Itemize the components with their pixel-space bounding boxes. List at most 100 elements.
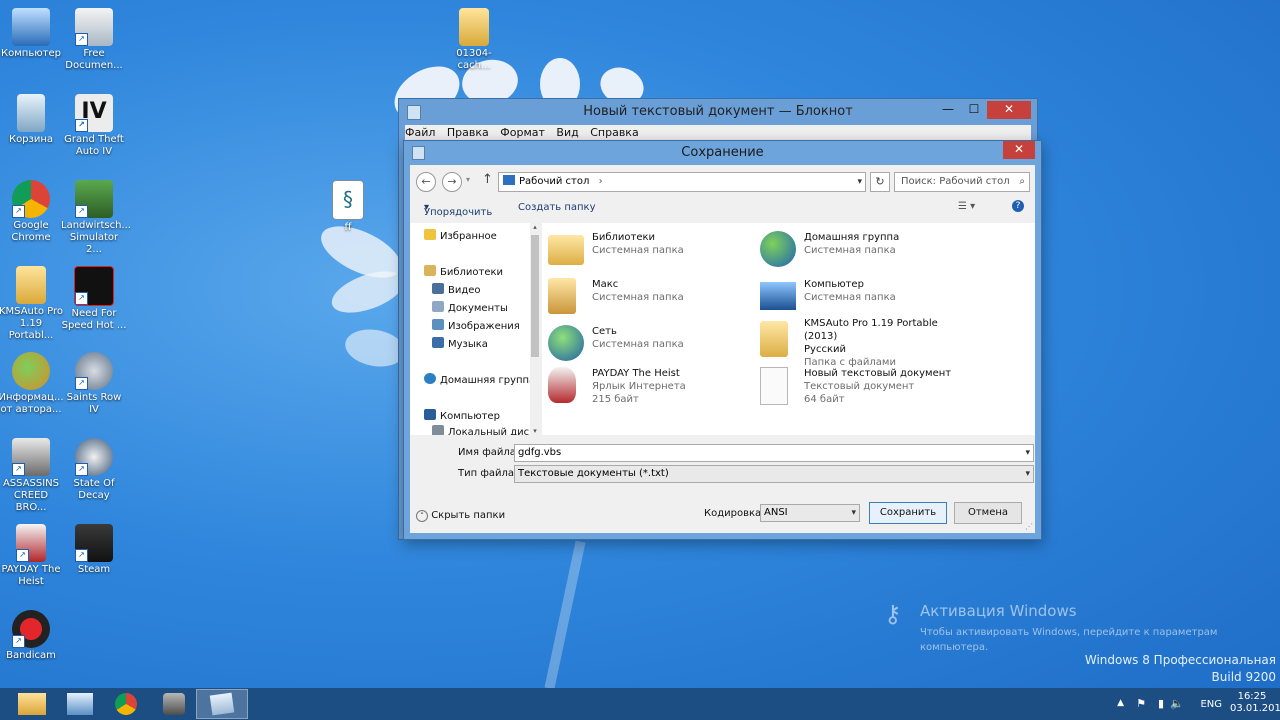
- desktop-icon-assassins-creed[interactable]: ↗ ASSASSINS CREED BRO...: [0, 438, 64, 514]
- navigation-scrollbar[interactable]: ▴ ▾: [530, 223, 540, 435]
- nav-item-music[interactable]: Музыка: [432, 337, 488, 353]
- show-hidden-icons-icon[interactable]: ▲: [1117, 698, 1124, 708]
- resize-grip-icon[interactable]: ⋰: [1025, 522, 1033, 531]
- file-item-user-folder[interactable]: Макс Системная папка: [548, 276, 758, 320]
- cancel-button[interactable]: Отмена: [954, 502, 1022, 524]
- desktop-icon-folder-cache[interactable]: 01304-cach...: [441, 8, 507, 72]
- search-icon: ⌕: [1019, 176, 1025, 187]
- text-document-icon: [760, 367, 788, 405]
- nav-item-favorites[interactable]: Избранное: [424, 229, 497, 245]
- dialog-close-button[interactable]: ✕: [1003, 141, 1035, 159]
- nav-item-local-disk[interactable]: Локальный диск: [432, 425, 535, 435]
- file-item-kmsauto[interactable]: KMSAuto Pro 1.19 Portable (2013) Русский П…: [760, 315, 970, 368]
- nav-item-homegroup[interactable]: Домашняя группа: [424, 373, 535, 389]
- hide-folders-button[interactable]: ˄ Скрыть папки: [416, 510, 505, 522]
- nav-item-video[interactable]: Видео: [432, 283, 481, 299]
- desktop-icon-saints-row[interactable]: ↗ Saints Row IV: [61, 352, 127, 416]
- file-name: Библиотеки: [592, 232, 656, 243]
- menu-file[interactable]: Файл: [405, 126, 435, 139]
- file-size: 215 байт: [592, 394, 639, 405]
- desktop-icon-state-of-decay[interactable]: ↗ State Of Decay: [61, 438, 127, 502]
- desktop-icon-recycle-bin[interactable]: Корзина: [0, 94, 64, 146]
- address-dropdown-icon[interactable]: ▾: [857, 173, 862, 191]
- up-arrow-icon[interactable]: ↑: [482, 172, 493, 187]
- menu-format[interactable]: Формат: [500, 126, 545, 139]
- desktop-icon-author-info[interactable]: Информац... от автора...: [0, 352, 64, 416]
- help-icon[interactable]: ?: [1012, 200, 1024, 212]
- desktop-icon-gta4[interactable]: IV ↗ Grand Theft Auto IV: [61, 94, 127, 158]
- breadcrumb-chevron-icon[interactable]: ›: [599, 176, 603, 187]
- clock-time: 16:25: [1237, 691, 1267, 702]
- file-item-text-document[interactable]: Новый текстовый документ Текстовый докуме…: [760, 365, 970, 417]
- chrome-icon: ↗: [12, 180, 50, 218]
- encoding-select[interactable]: ANSI ▾: [760, 504, 860, 522]
- desktop-icon-kmsauto[interactable]: KMSAuto Pro 1.19 Portabl...: [0, 266, 64, 342]
- desktop-icon-computer[interactable]: Компьютер: [0, 8, 64, 60]
- scrollbar-thumb[interactable]: [531, 235, 539, 357]
- menu-edit[interactable]: Правка: [447, 126, 489, 139]
- nav-item-pictures[interactable]: Изображения: [432, 319, 520, 335]
- close-button[interactable]: ✕: [987, 101, 1031, 119]
- desktop-icon-steam[interactable]: ↗ Steam: [61, 524, 127, 576]
- file-item-homegroup[interactable]: Домашняя группа Системная папка: [760, 229, 970, 273]
- desktop-icon-ff-script[interactable]: § ff: [315, 180, 381, 234]
- nav-label: Изображения: [448, 321, 520, 332]
- filename-input[interactable]: gdfg.vbs ▾: [514, 444, 1034, 462]
- payday-mask-icon: ↗: [16, 524, 46, 562]
- network-icon[interactable]: ▮: [1158, 697, 1164, 710]
- nav-item-libraries[interactable]: Библиотеки: [424, 265, 503, 281]
- menu-view[interactable]: Вид: [556, 126, 578, 139]
- taskbar-control-panel[interactable]: [54, 689, 106, 719]
- desktop-icon-free-documents[interactable]: ↗ Free Documen...: [61, 8, 127, 72]
- refresh-icon[interactable]: ↻: [870, 172, 890, 192]
- filetype-dropdown-icon[interactable]: ▾: [1025, 466, 1030, 482]
- address-row: ← → ▾ ↑ Рабочий стол › ▾ ↻ Поиск: Рабочи…: [410, 169, 1035, 193]
- desktop-icon-payday[interactable]: ↗ PAYDAY The Heist: [0, 524, 64, 588]
- minimize-button[interactable]: —: [935, 101, 961, 119]
- volume-icon[interactable]: 🔈: [1170, 697, 1184, 710]
- recent-locations-icon[interactable]: ▾: [466, 175, 470, 184]
- desktop-icon-need-for-speed[interactable]: ↗ Need For Speed Hot ...: [61, 266, 127, 332]
- taskbar: ▲ ⚑ ▮ 🔈 ENG 16:25 03.01.2014: [0, 688, 1280, 720]
- notepad-titlebar[interactable]: Новый текстовый документ — Блокнот — ☐ ✕: [399, 99, 1037, 125]
- file-item-payday[interactable]: PAYDAY The Heist Ярлык Интернета 215 байт: [548, 365, 758, 417]
- taskbar-notepad[interactable]: [196, 689, 248, 719]
- desktop-icon-landwirtschaft[interactable]: ↗ Landwirtsch... Simulator 2...: [61, 180, 131, 256]
- taskbar-world-of-tanks[interactable]: [148, 689, 200, 719]
- maximize-button[interactable]: ☐: [961, 101, 987, 119]
- clock[interactable]: 16:25 03.01.2014: [1230, 691, 1280, 715]
- flag-icon[interactable]: ⚑: [1136, 697, 1146, 710]
- nav-item-documents[interactable]: Документы: [432, 301, 508, 317]
- new-folder-button[interactable]: Создать папку: [518, 202, 596, 213]
- desktop-icon-bandicam[interactable]: ↗ Bandicam: [0, 610, 64, 662]
- view-options-icon[interactable]: ☰ ▾: [958, 201, 975, 212]
- file-name: Домашняя группа: [804, 232, 900, 243]
- filename-label: Имя файла:: [458, 447, 520, 458]
- file-item-libraries[interactable]: Библиотеки Системная папка: [548, 229, 758, 273]
- file-name: Сеть: [592, 326, 617, 337]
- scroll-down-icon[interactable]: ▾: [530, 427, 540, 435]
- encoding-label: Кодировка:: [704, 508, 765, 519]
- taskbar-explorer[interactable]: [6, 689, 58, 719]
- address-bar[interactable]: Рабочий стол › ▾: [498, 172, 866, 192]
- file-item-computer[interactable]: Компьютер Системная папка: [760, 276, 970, 320]
- scroll-up-icon[interactable]: ▴: [530, 223, 540, 231]
- menu-help[interactable]: Справка: [590, 126, 638, 139]
- save-button[interactable]: Сохранить: [869, 502, 947, 524]
- desktop-icon-google-chrome[interactable]: ↗ Google Chrome: [0, 180, 64, 244]
- organize-button[interactable]: Упорядочить ▾: [424, 202, 492, 218]
- forward-icon[interactable]: →: [442, 172, 462, 192]
- file-item-network[interactable]: Сеть Системная папка: [548, 323, 758, 367]
- file-language: Русский: [804, 344, 846, 355]
- search-input[interactable]: Поиск: Рабочий стол ⌕: [894, 172, 1030, 192]
- filetype-select[interactable]: Текстовые документы (*.txt) ▾: [514, 465, 1034, 483]
- encoding-dropdown-icon[interactable]: ▾: [851, 505, 856, 521]
- language-indicator[interactable]: ENG: [1200, 699, 1222, 710]
- taskbar-chrome[interactable]: [100, 689, 152, 719]
- nav-label: Избранное: [440, 231, 497, 242]
- back-icon[interactable]: ←: [416, 172, 436, 192]
- nav-item-computer[interactable]: Компьютер: [424, 409, 500, 425]
- notepad-title: Новый текстовый документ — Блокнот: [583, 104, 853, 119]
- filename-dropdown-icon[interactable]: ▾: [1025, 445, 1030, 461]
- dialog-titlebar[interactable]: Сохранение ✕: [404, 141, 1041, 165]
